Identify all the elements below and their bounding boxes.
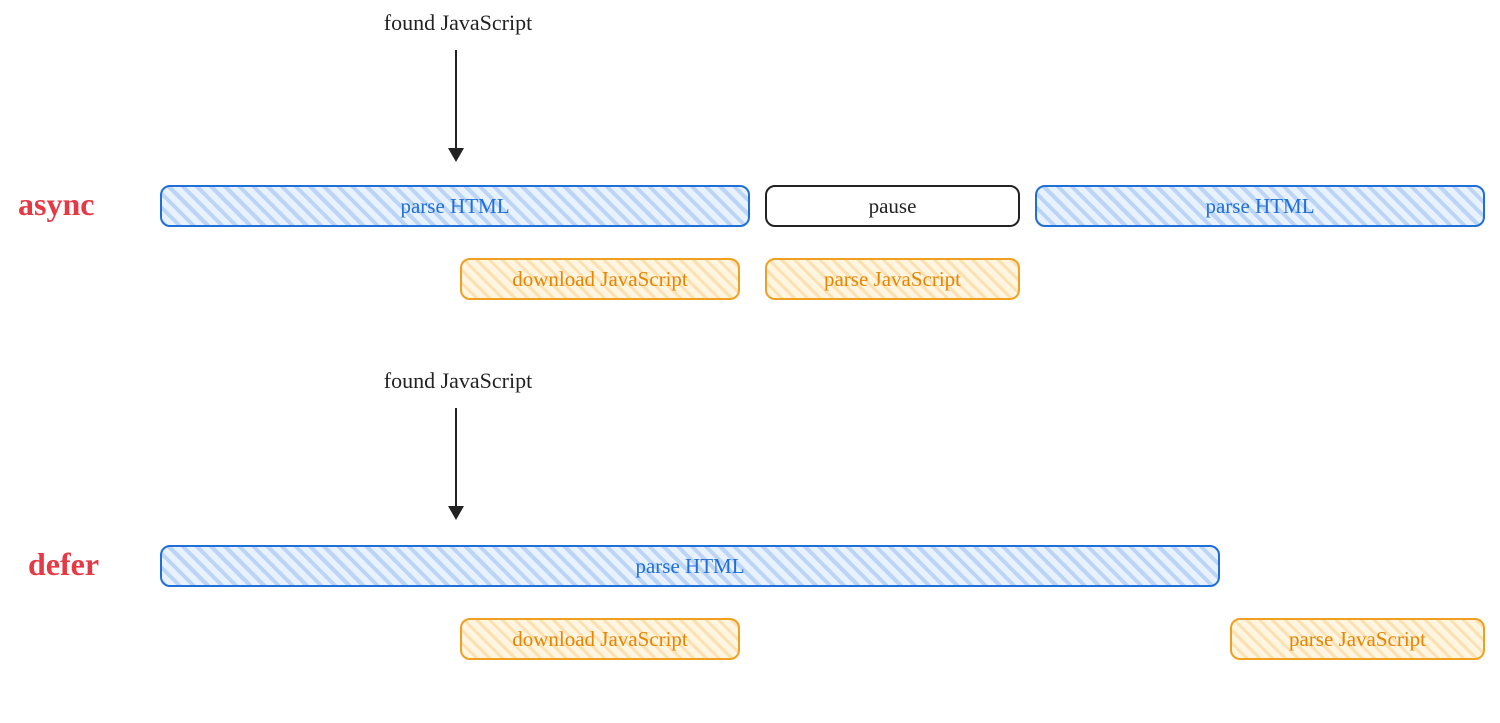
label-defer: defer — [28, 546, 99, 583]
script-load-diagram: found JavaScript async parse HTML pause … — [0, 0, 1500, 723]
async-download-js: download JavaScript — [460, 258, 740, 300]
defer-parse-html: parse HTML — [160, 545, 1220, 587]
async-parse-html-1: parse HTML — [160, 185, 750, 227]
label-async: async — [18, 186, 94, 223]
async-parse-html-2: parse HTML — [1035, 185, 1485, 227]
arrow-async — [455, 50, 457, 160]
annotation-found-js-async: found JavaScript — [358, 10, 558, 36]
arrow-defer — [455, 408, 457, 518]
async-pause: pause — [765, 185, 1020, 227]
annotation-found-js-defer: found JavaScript — [358, 368, 558, 394]
defer-parse-js: parse JavaScript — [1230, 618, 1485, 660]
async-parse-js: parse JavaScript — [765, 258, 1020, 300]
defer-download-js: download JavaScript — [460, 618, 740, 660]
